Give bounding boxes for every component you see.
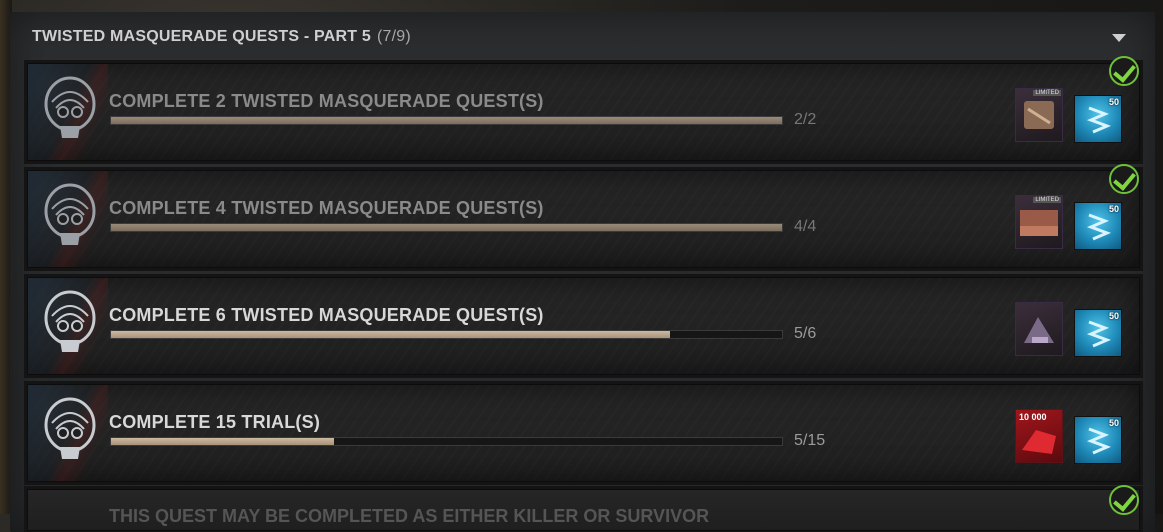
skull-mask-icon <box>44 397 96 459</box>
quest-progress-text: 5/15 <box>794 432 826 449</box>
reward-amount: 50 <box>1108 418 1119 428</box>
skull-mask-icon <box>44 290 96 352</box>
skull-mask-icon <box>44 76 96 138</box>
reward-amount: 10 000 <box>1019 412 1047 422</box>
quest-progress-bar <box>110 437 783 446</box>
quest-progress-text: 5/6 <box>794 325 817 342</box>
reward-shards[interactable]: 50 <box>1074 309 1122 357</box>
section-title: TWISTED MASQUERADE QUESTS - PART 5 <box>32 28 371 45</box>
quest-progress-text: 4/4 <box>794 218 817 235</box>
cosmetic-item-icon <box>1020 210 1058 236</box>
reward-amount: 50 <box>1108 204 1119 214</box>
progress-fill <box>111 438 335 445</box>
cosmetic-item-icon <box>1024 101 1054 129</box>
completed-check-icon <box>1109 485 1139 515</box>
quest-progress-bar <box>110 223 783 232</box>
completed-check-icon <box>1109 164 1139 194</box>
quest-title: COMPLETE 2 TWISTED MASQUERADE QUEST(S) <box>109 91 544 111</box>
progress-fill <box>111 117 782 124</box>
reward-shards[interactable]: 50 <box>1074 95 1122 143</box>
quest-row[interactable]: COMPLETE 6 TWISTED MASQUERADE QUEST(S) 5… <box>27 277 1140 375</box>
reward-amount: 50 <box>1108 97 1119 107</box>
progress-fill <box>111 224 782 231</box>
progress-fill <box>111 331 670 338</box>
reward-tag: LIMITED <box>1033 90 1061 96</box>
quest-title: COMPLETE 4 TWISTED MASQUERADE QUEST(S) <box>109 198 544 218</box>
quest-title: COMPLETE 6 TWISTED MASQUERADE QUEST(S) <box>109 305 544 325</box>
section-count: (7/9) <box>376 28 411 45</box>
quest-row[interactable]: THIS QUEST MAY BE COMPLETED AS EITHER KI… <box>27 489 1140 531</box>
quest-title: THIS QUEST MAY BE COMPLETED AS EITHER KI… <box>109 506 710 526</box>
reward-shards[interactable]: 50 <box>1074 416 1122 464</box>
reward-cosmetic-item[interactable]: LIMITED <box>1015 88 1063 142</box>
section-header[interactable]: TWISTED MASQUERADE QUESTS - PART 5 (7/9) <box>32 28 1142 50</box>
reward-bloodpoints[interactable]: 10 000 <box>1015 409 1063 463</box>
reward-amount: 50 <box>1108 311 1119 321</box>
reward-cosmetic-item[interactable]: LIMITED <box>1015 195 1063 249</box>
quest-row[interactable]: COMPLETE 15 TRIAL(S) 5/15 10 000 50 <box>27 384 1140 482</box>
reward-cosmetic-item[interactable] <box>1015 302 1063 356</box>
cosmetic-item-icon <box>1024 317 1054 343</box>
reward-shards[interactable]: 50 <box>1074 202 1122 250</box>
reward-tag: LIMITED <box>1033 197 1061 203</box>
quest-progress-bar <box>110 330 783 339</box>
chevron-down-icon[interactable] <box>1112 34 1126 42</box>
quest-progress-text: 2/2 <box>794 111 817 128</box>
quest-title: COMPLETE 15 TRIAL(S) <box>109 412 321 432</box>
quest-row[interactable]: COMPLETE 2 TWISTED MASQUERADE QUEST(S) 2… <box>27 63 1140 161</box>
skull-mask-icon <box>44 183 96 245</box>
quest-row[interactable]: COMPLETE 4 TWISTED MASQUERADE QUEST(S) 4… <box>27 170 1140 268</box>
completed-check-icon <box>1109 56 1139 86</box>
quest-progress-bar <box>110 116 783 125</box>
